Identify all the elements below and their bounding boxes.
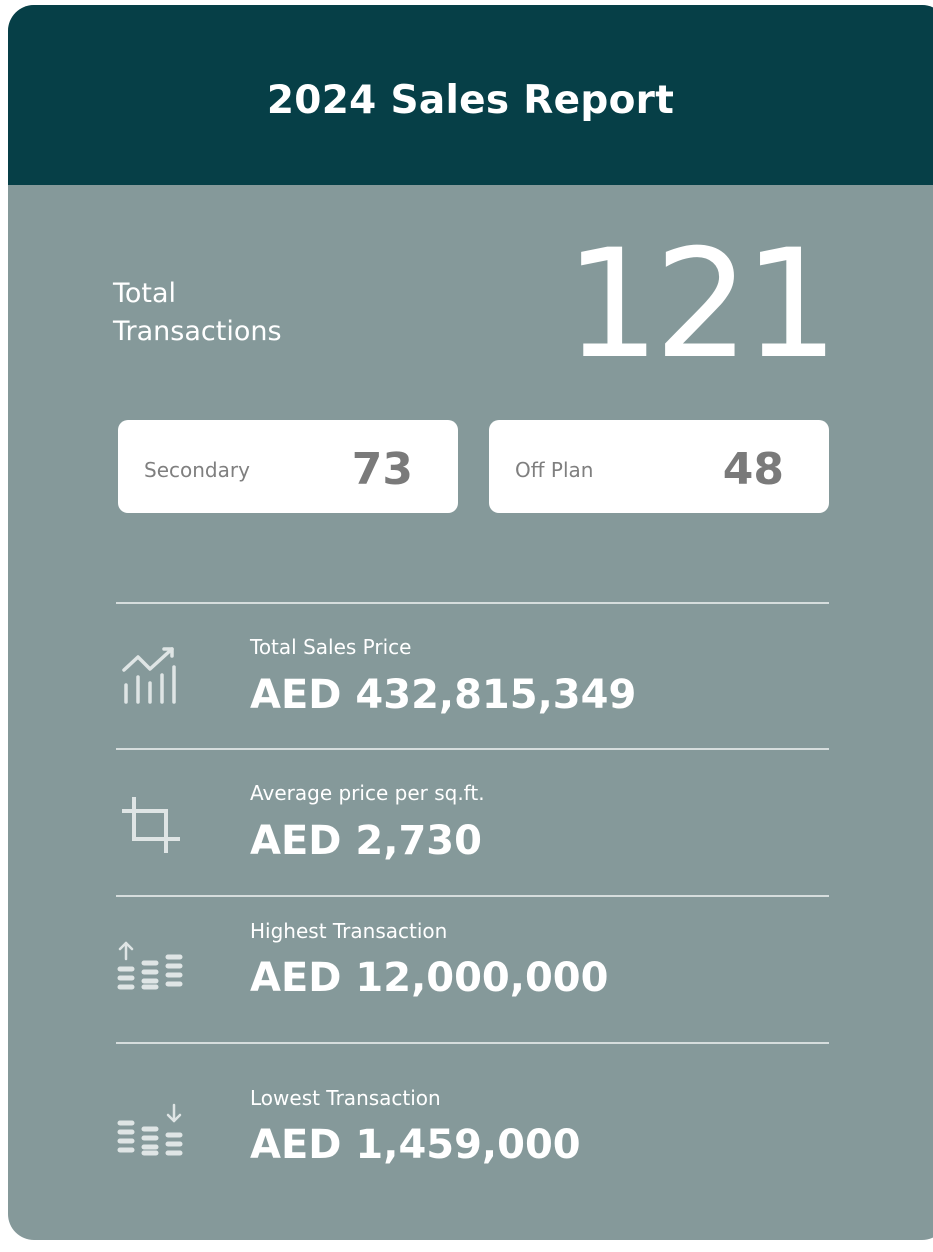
total-transactions-value: 121 (564, 218, 839, 392)
avg-price-sqft-label: Average price per sq.ft. (250, 781, 485, 805)
lowest-transaction-value: AED 1,459,000 (250, 1122, 581, 1168)
highest-transaction-label: Highest Transaction (250, 919, 448, 943)
divider (116, 748, 829, 750)
secondary-label: Secondary (144, 458, 250, 482)
avg-price-sqft-value: AED 2,730 (250, 818, 482, 864)
crop-icon (116, 795, 196, 865)
secondary-value: 73 (351, 444, 413, 495)
off-plan-count-card: Off Plan 48 (489, 420, 829, 513)
coins-down-icon (116, 1103, 196, 1173)
divider (116, 1042, 829, 1044)
total-label-line1: Total (113, 278, 177, 309)
total-sales-price-value: AED 432,815,349 (250, 672, 637, 718)
coins-up-icon (116, 937, 196, 1007)
off-plan-label: Off Plan (515, 458, 594, 482)
off-plan-value: 48 (722, 444, 784, 495)
report-title: 2024 Sales Report (266, 78, 675, 123)
sales-report-card: 2024 Sales Report Total Transactions 121… (8, 5, 933, 1240)
divider (116, 895, 829, 897)
total-label-line2: Transactions (113, 316, 282, 347)
secondary-count-card: Secondary 73 (118, 420, 458, 513)
report-header: 2024 Sales Report (8, 5, 933, 185)
line-bar-chart-icon (116, 645, 196, 715)
total-sales-price-label: Total Sales Price (250, 635, 412, 659)
divider (116, 602, 829, 604)
total-transactions-label: Total Transactions (113, 275, 282, 351)
lowest-transaction-label: Lowest Transaction (250, 1086, 441, 1110)
highest-transaction-value: AED 12,000,000 (250, 955, 609, 1001)
